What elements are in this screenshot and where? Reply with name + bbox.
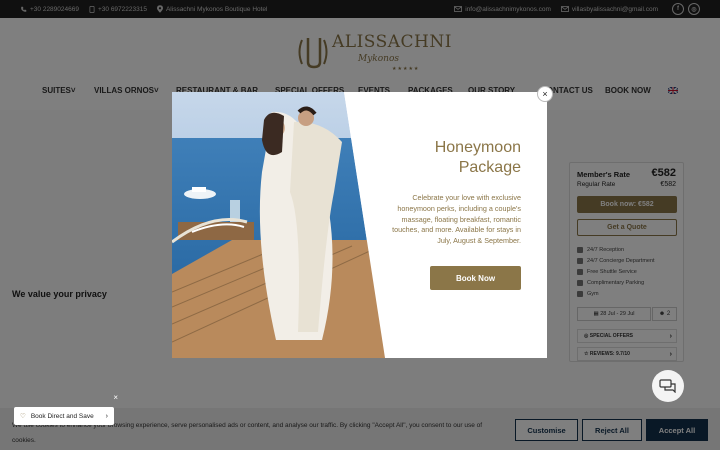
modal-title: Honeymoon Package bbox=[434, 139, 521, 176]
chat-bubble-icon bbox=[659, 379, 676, 393]
modal-book-now-button[interactable]: Book Now bbox=[430, 266, 521, 290]
chat-button[interactable] bbox=[652, 370, 684, 402]
close-icon[interactable]: × bbox=[113, 393, 118, 402]
chevron-right-icon: › bbox=[105, 412, 108, 420]
modal-description: Celebrate your love with exclusive honey… bbox=[392, 193, 521, 246]
modal-close-button[interactable]: × bbox=[537, 86, 553, 102]
book-direct-label: Book Direct and Save bbox=[30, 412, 94, 420]
book-direct-chip[interactable]: ♡ Book Direct and Save › × bbox=[14, 393, 118, 425]
heart-icon: ♡ bbox=[20, 413, 26, 420]
honeymoon-modal: × Honeymoon Package Celebrate your love … bbox=[172, 86, 553, 358]
